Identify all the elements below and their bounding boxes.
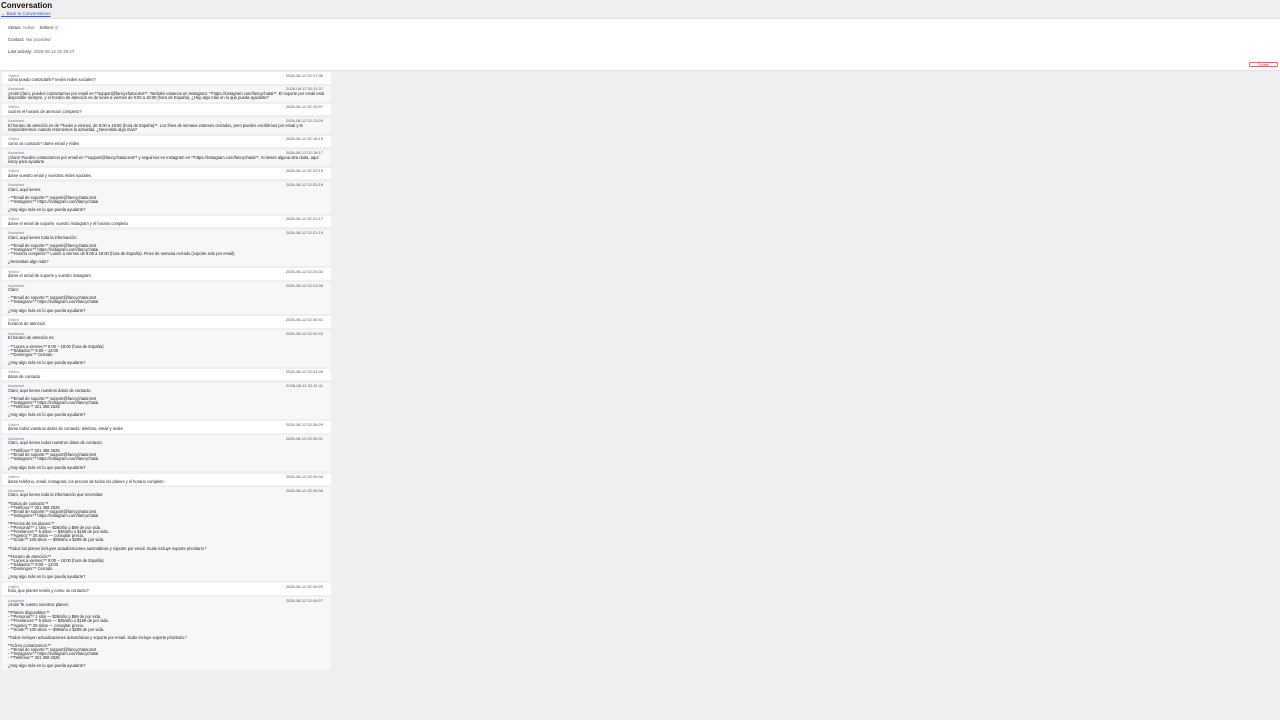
message-text: El horario de atención es: - **Lunes a v…	[8, 335, 104, 365]
message-text: Claro, aquí tienes: - **Email de soporte…	[8, 186, 99, 212]
message-text: El horario de atención es de **lunes a v…	[8, 122, 305, 132]
visitor-message: Visitor 2026-08-12 02:49:25 hola, que plan…	[2, 583, 331, 595]
message-timestamp: 2026-08-12 02:13:29	[285, 118, 323, 124]
message-text: horarios de atención	[8, 321, 46, 327]
message-timestamp: 2026-08-12 02:49:25	[285, 583, 323, 589]
assistant-message: Assistant 2026-08-12 02:23:35 Claro: - **E…	[2, 282, 331, 315]
message-timestamp: 2026-08-12 02:23:34	[285, 268, 323, 274]
assistant-message: Assistant 2026-08-12 02:39:36 Claro, aquí …	[2, 487, 331, 581]
contact-label: Contact:	[8, 37, 25, 42]
message-list: Visitor 2026-08-12 02:17:36 como puedo con…	[2, 72, 331, 720]
visitor-message: Visitor 2026-08-12 02:39:34 dame telefono,…	[2, 473, 331, 486]
message-text: Claro, aquí tienes toda la información: …	[8, 234, 236, 265]
assistant-message: Assistant 2026-08-12 02:36:31 Claro, aquí …	[2, 435, 331, 472]
message-timestamp: 2026-08-12 02:30:41	[285, 316, 323, 322]
message-timestamp: 2026-08-12 02:36:31	[285, 435, 323, 441]
message-text: Claro, aquí tienes toda la información q…	[8, 492, 207, 580]
delete-button[interactable]: Delete	[1249, 62, 1278, 67]
back-to-conversations-link[interactable]: ← Back to Conversations	[1, 11, 51, 16]
conversation-status-panel: Status: Active Strikes: 0 Contact: Not p…	[0, 18, 1280, 71]
message-text: datos de contacto	[8, 373, 41, 379]
message-timestamp: 2026-08-12 02:39:34	[285, 474, 323, 479]
strikes-value: 0	[55, 25, 58, 30]
message-text: Claro, aquí tienes nuestros datos de con…	[8, 387, 99, 418]
page-title: Conversation	[1, 1, 53, 10]
message-text: dame vuestro email y vuestras redes soci…	[8, 172, 91, 178]
message-text: como puedo contactarle? tenéis redes soc…	[8, 77, 96, 82]
message-timestamp: 2026-08-12 02:49:27	[285, 597, 323, 603]
message-text: dame telefono, email, instagram, los pre…	[8, 478, 164, 484]
visitor-message: Visitor 2026-08-12 02:21:17 dame el email …	[2, 215, 331, 228]
contact-row: Contact: Not provided	[8, 37, 51, 42]
message-text: Claro: - **Email de soporte:** support@f…	[8, 287, 99, 313]
visitor-message: Visitor 2026-08-12 02:30:41 horarios de at…	[2, 316, 331, 329]
assistant-message: Assistant 2026-08-12 02:31:11 Claro, aquí …	[2, 382, 331, 419]
assistant-message: Assistant 2026-08-12 02:13:29 El horario d…	[2, 117, 331, 134]
message-timestamp: 2026-08-12 02:20:15	[285, 168, 323, 174]
message-timestamp: 2026-08-12 02:36:29	[285, 421, 323, 427]
message-timestamp: 2026-08-12 02:18:15	[285, 136, 323, 142]
visitor-message: Visitor 2026-08-12 02:23:34 dame el email …	[2, 268, 331, 280]
assistant-message: Assistant 2026-08-12 02:18:17 ¡Claro! Pued…	[2, 149, 331, 166]
visitor-message: Visitor 2026-08-12 02:20:15 dame vuestro e…	[2, 167, 331, 180]
message-text: dame el email de soporte y vuestro insta…	[8, 273, 91, 279]
last-activity-row: Last activity: 2026-08-12 02:49:27	[8, 49, 74, 54]
message-timestamp: 2026-08-12 02:18:17	[285, 150, 323, 156]
status-value: Active	[22, 25, 35, 30]
status-row: Status: Active Strikes: 0	[8, 25, 58, 30]
page-header: Conversation ← Back to Conversations	[0, 0, 1280, 18]
assistant-message: Assistant 2026-08-12 02:49:27 ¡Hola! Te cu…	[2, 597, 331, 671]
visitor-message: Visitor 2026-08-12 02:17:36 como puedo con…	[2, 72, 331, 84]
message-timestamp: 2026-08-12 02:39:36	[285, 487, 323, 493]
message-timestamp: 2026-08-12 02:17:36	[285, 72, 323, 78]
message-timestamp: 2026-08-12 02:30:43	[285, 330, 323, 336]
visitor-message: Visitor 2026-08-12 02:18:15 como os contac…	[2, 135, 331, 148]
last-activity-label: Last activity:	[8, 49, 33, 54]
message-timestamp: 2026-08-12 02:21:19	[285, 230, 323, 236]
message-timestamp: 2026-08-12 02:31:11	[286, 383, 323, 389]
message-text: ¡Hola! Claro, puedes contactarnos por em…	[8, 90, 326, 100]
message-text: ¡Hola! Te cuento nuestros planes: **Plan…	[8, 602, 188, 669]
visitor-message: Visitor 2026-08-12 02:19:57 cual es el hor…	[2, 103, 331, 116]
visitor-message: Visitor 2026-08-12 02:36:29 dame todos vue…	[2, 421, 331, 433]
message-text: como os contacto? dame email y redes	[8, 140, 80, 146]
message-text: ¡Claro! Puedes contactarnos por email en…	[8, 154, 320, 164]
message-text: dame todos vuestros datos de contacto: t…	[8, 426, 123, 432]
status-label: Status:	[8, 25, 22, 30]
strikes-label: Strikes:	[39, 25, 55, 30]
message-text: Claro, aquí tienes todos nuestros datos …	[8, 440, 103, 470]
message-timestamp: 2026-08-12 02:21:17	[285, 216, 323, 222]
contact-value: Not provided	[25, 37, 51, 42]
message-text: dame el email de soporte, vuestro instag…	[8, 220, 128, 226]
message-timestamp: 2026-08-12 02:11:37	[286, 86, 323, 92]
message-timestamp: 2026-08-12 02:23:35	[285, 282, 323, 288]
message-text: hola, que planes tenéis y como os contac…	[8, 588, 89, 594]
assistant-message: Assistant 2026-08-12 02:20:16 Claro, aquí …	[2, 181, 331, 214]
assistant-message: Assistant 2026-08-12 02:30:43 El horario d…	[2, 330, 331, 367]
assistant-message: Assistant 2026-08-12 02:21:19 Claro, aquí …	[2, 229, 331, 266]
last-activity-value: 2026-08-12 02:49:27	[33, 49, 75, 54]
message-timestamp: 2026-08-12 02:31:09	[285, 369, 323, 375]
assistant-message: Assistant 2026-08-12 02:11:37 ¡Hola! Claro…	[2, 85, 331, 102]
message-text: cual es el horario de atencion completo?	[8, 108, 82, 114]
visitor-message: Visitor 2026-08-12 02:31:09 datos de conta…	[2, 368, 331, 381]
message-timestamp: 2026-08-12 02:19:57	[285, 104, 323, 110]
message-timestamp: 2026-08-12 02:20:16	[285, 182, 323, 188]
